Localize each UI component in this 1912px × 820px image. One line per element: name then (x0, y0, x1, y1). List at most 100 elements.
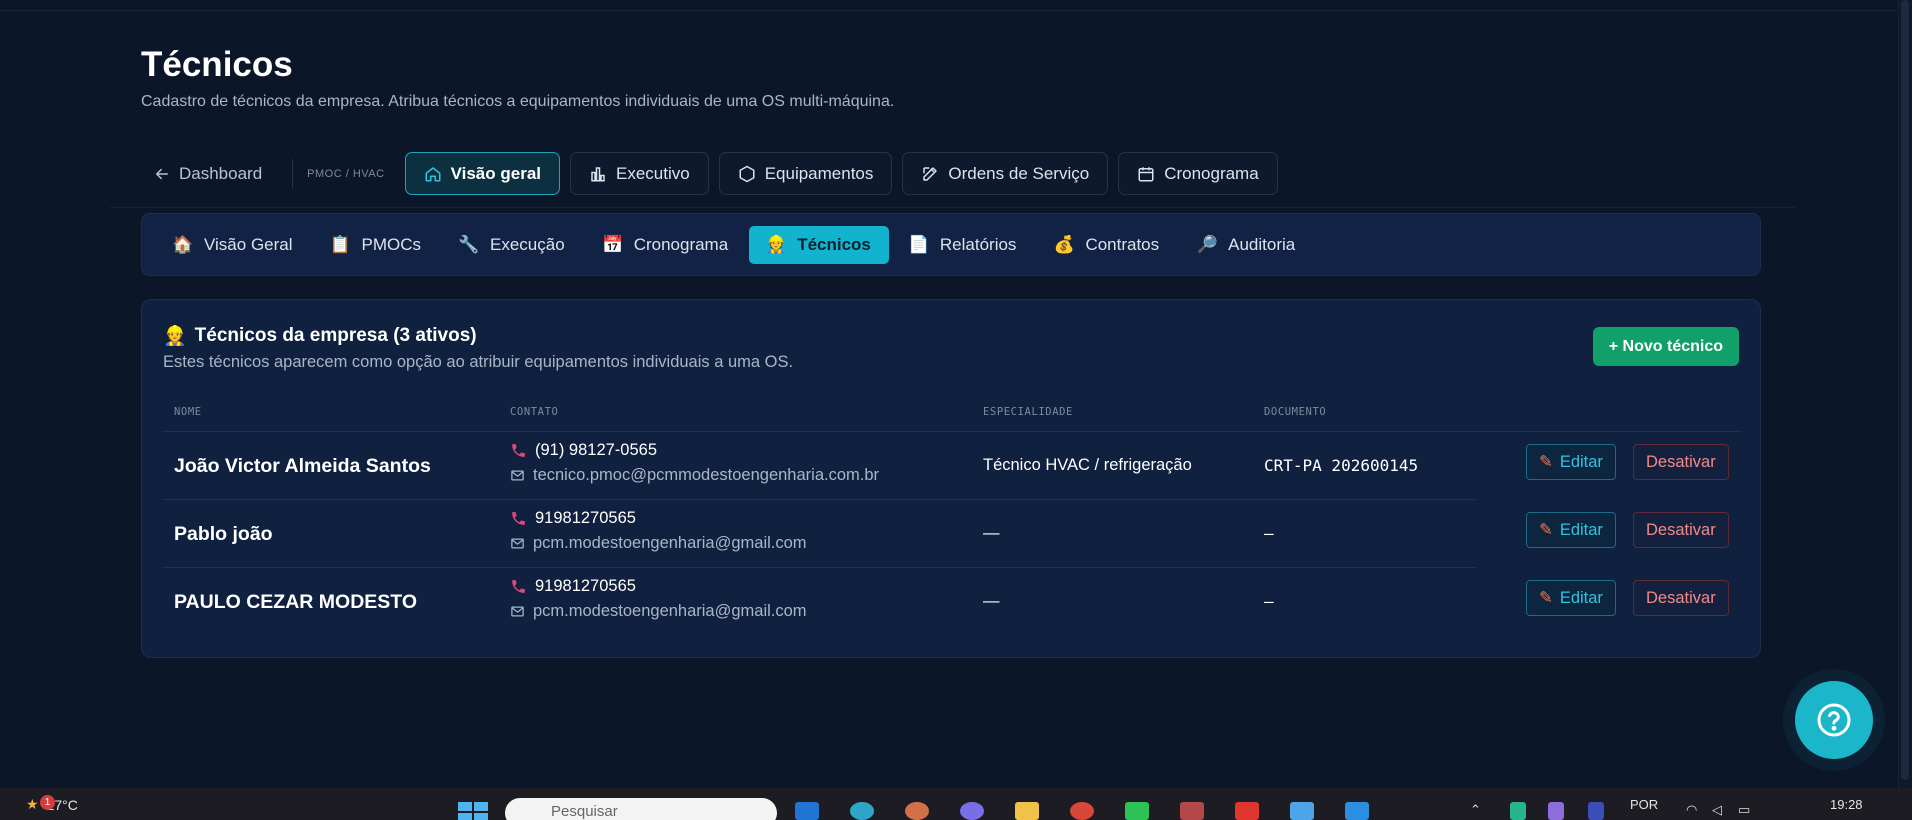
whatsapp-icon[interactable] (1125, 802, 1149, 820)
pencil-icon: ✎ (1539, 589, 1553, 607)
nav-tab-label: Ordens de Serviço (948, 163, 1090, 183)
subnav-item-pmocs[interactable]: 📋 PMOCs (314, 226, 440, 264)
claude-icon[interactable] (905, 802, 929, 820)
mail-icon (511, 606, 524, 617)
card-title: 👷 Técnicos da empresa (3 ativos) (163, 324, 477, 348)
subnav-item-label: Técnicos (797, 234, 871, 254)
help-icon (1817, 703, 1851, 737)
technician-specialty: — (983, 592, 1000, 610)
keyboard-language[interactable]: POR (1630, 797, 1658, 812)
magnifier-icon: 🔎 (1196, 234, 1218, 254)
phone-icon (512, 580, 525, 593)
deactivate-button[interactable]: Desativar (1633, 512, 1729, 548)
tray-app-icon[interactable] (1548, 802, 1564, 820)
technician-document: – (1264, 524, 1274, 543)
mail-icon (511, 470, 524, 481)
nav-tab-executivo[interactable]: Executivo (570, 152, 709, 195)
row-divider (162, 431, 1742, 432)
top-navigation: Dashboard PMOC / HVAC Visão geral Execut… (141, 152, 1288, 195)
subnav-item-label: Relatórios (939, 234, 1017, 254)
technician-phone: 91981270565 (510, 509, 636, 528)
weather-icon: ★ (26, 796, 39, 812)
subnav-item-visao-geral[interactable]: 🏠 Visão Geral (156, 226, 311, 264)
technician-name: João Victor Almeida Santos (174, 455, 431, 477)
tray-app-icon[interactable] (1588, 802, 1604, 820)
windows-start-icon[interactable] (458, 802, 488, 820)
pencil-icon: ✎ (1539, 453, 1553, 471)
copilot-icon[interactable] (960, 802, 984, 820)
subnav-item-cronograma[interactable]: 📅 Cronograma (586, 226, 747, 264)
nav-tab-cronograma[interactable]: Cronograma (1118, 152, 1278, 195)
edit-label: Editar (1559, 520, 1603, 539)
notepad-icon[interactable] (1290, 802, 1314, 820)
battery-icon[interactable]: ▭ (1738, 802, 1756, 820)
worker-icon: 👷 (163, 326, 187, 347)
back-link-label: Dashboard (179, 163, 263, 183)
technician-specialty: Técnico HVAC / refrigeração (983, 456, 1192, 474)
clock[interactable]: 19:28 (1830, 797, 1863, 812)
nav-tab-visao-geral[interactable]: Visão geral (404, 152, 560, 195)
edit-button[interactable]: ✎ Editar (1526, 580, 1616, 616)
subnav-item-tecnicos[interactable]: 👷 Técnicos (749, 225, 889, 264)
row-divider (162, 499, 1476, 500)
subnav-item-contratos[interactable]: 💰 Contratos (1037, 226, 1177, 264)
subnav-item-label: Contratos (1085, 234, 1160, 254)
phone-text: 91981270565 (535, 509, 636, 527)
back-to-dashboard-link[interactable]: Dashboard (141, 152, 276, 195)
vertical-scrollbar[interactable] (1898, 0, 1912, 788)
tray-app-icon[interactable] (1510, 802, 1526, 820)
technician-phone: (91) 98127-0565 (510, 441, 657, 460)
edit-label: Editar (1559, 452, 1603, 471)
pmoc-subnavigation: 🏠 Visão Geral 📋 PMOCs 🔧 Execução 📅 Cronogram… (141, 213, 1761, 276)
deactivate-button[interactable]: Desativar (1633, 580, 1729, 616)
winrar-icon[interactable] (1180, 802, 1204, 820)
row-divider (162, 567, 1476, 568)
chrome-icon[interactable] (1070, 802, 1094, 820)
acrobat-icon[interactable] (1235, 802, 1259, 820)
new-technician-button[interactable]: + Novo técnico (1592, 327, 1739, 366)
wrench-icon: 🔧 (458, 234, 480, 254)
nav-tab-label: Cronograma (1164, 163, 1259, 183)
edge-icon[interactable] (850, 802, 874, 820)
worker-icon: 👷 (765, 234, 787, 254)
nav-tab-label: Equipamentos (764, 163, 874, 183)
tecnicos-card: 👷 Técnicos da empresa (3 ativos) Estes t… (141, 299, 1761, 658)
calendar-icon: 📅 (602, 234, 624, 254)
os-taskbar: ★ 27°C 1 Pesquisar ⌃ POR ◠ ◁ ▭ 19:28 (0, 788, 1912, 820)
deactivate-button[interactable]: Desativar (1633, 444, 1729, 480)
folder-icon[interactable] (1015, 802, 1039, 820)
table-row: Pablo joão 91981270565 pcm.modestoengenh… (162, 499, 1738, 567)
column-header-nome: NOME (174, 406, 202, 418)
scrollbar-thumb[interactable] (1901, 0, 1909, 780)
edit-label: Editar (1559, 588, 1603, 607)
phone-text: 91981270565 (535, 577, 636, 595)
subnav-item-label: Visão Geral (204, 234, 293, 254)
vscode-icon[interactable] (1345, 802, 1369, 820)
outlook-icon[interactable] (795, 802, 819, 820)
subnav-item-relatorios[interactable]: 📄 Relatórios (892, 226, 1035, 264)
edit-button[interactable]: ✎ Editar (1526, 444, 1616, 480)
help-button[interactable] (1795, 681, 1873, 759)
technician-email: pcm.modestoengenharia@gmail.com (510, 602, 807, 621)
technician-name: PAULO CEZAR MODESTO (174, 591, 418, 613)
technician-specialty: — (983, 524, 1000, 542)
email-text: pcm.modestoengenharia@gmail.com (533, 534, 807, 552)
card-title-text: Técnicos da empresa (3 ativos) (194, 325, 477, 346)
edit-button[interactable]: ✎ Editar (1526, 512, 1616, 548)
chevron-up-icon[interactable]: ⌃ (1470, 802, 1494, 820)
calendar-icon (1138, 166, 1154, 181)
card-description: Estes técnicos aparecem como opção ao at… (163, 353, 794, 371)
subnav-item-auditoria[interactable]: 🔎 Auditoria (1180, 226, 1313, 264)
wifi-icon[interactable]: ◠ (1686, 802, 1704, 820)
technician-email: tecnico.pmoc@pcmmodestoengenharia.com.br (510, 466, 879, 485)
nav-tab-equipamentos[interactable]: Equipamentos (718, 152, 893, 195)
table-row: João Victor Almeida Santos (91) 98127-05… (162, 431, 1742, 499)
nav-tab-ordens-de-servico[interactable]: Ordens de Serviço (902, 152, 1109, 195)
money-bag-icon: 💰 (1053, 234, 1076, 254)
subnav-item-execucao[interactable]: 🔧 Execução (442, 226, 583, 264)
taskbar-search-input[interactable]: Pesquisar (505, 798, 777, 820)
house-icon: 🏠 (172, 234, 194, 254)
notification-badge: 1 (40, 795, 55, 810)
column-header-contato: CONTATO (510, 406, 559, 418)
volume-icon[interactable]: ◁ (1712, 802, 1730, 820)
